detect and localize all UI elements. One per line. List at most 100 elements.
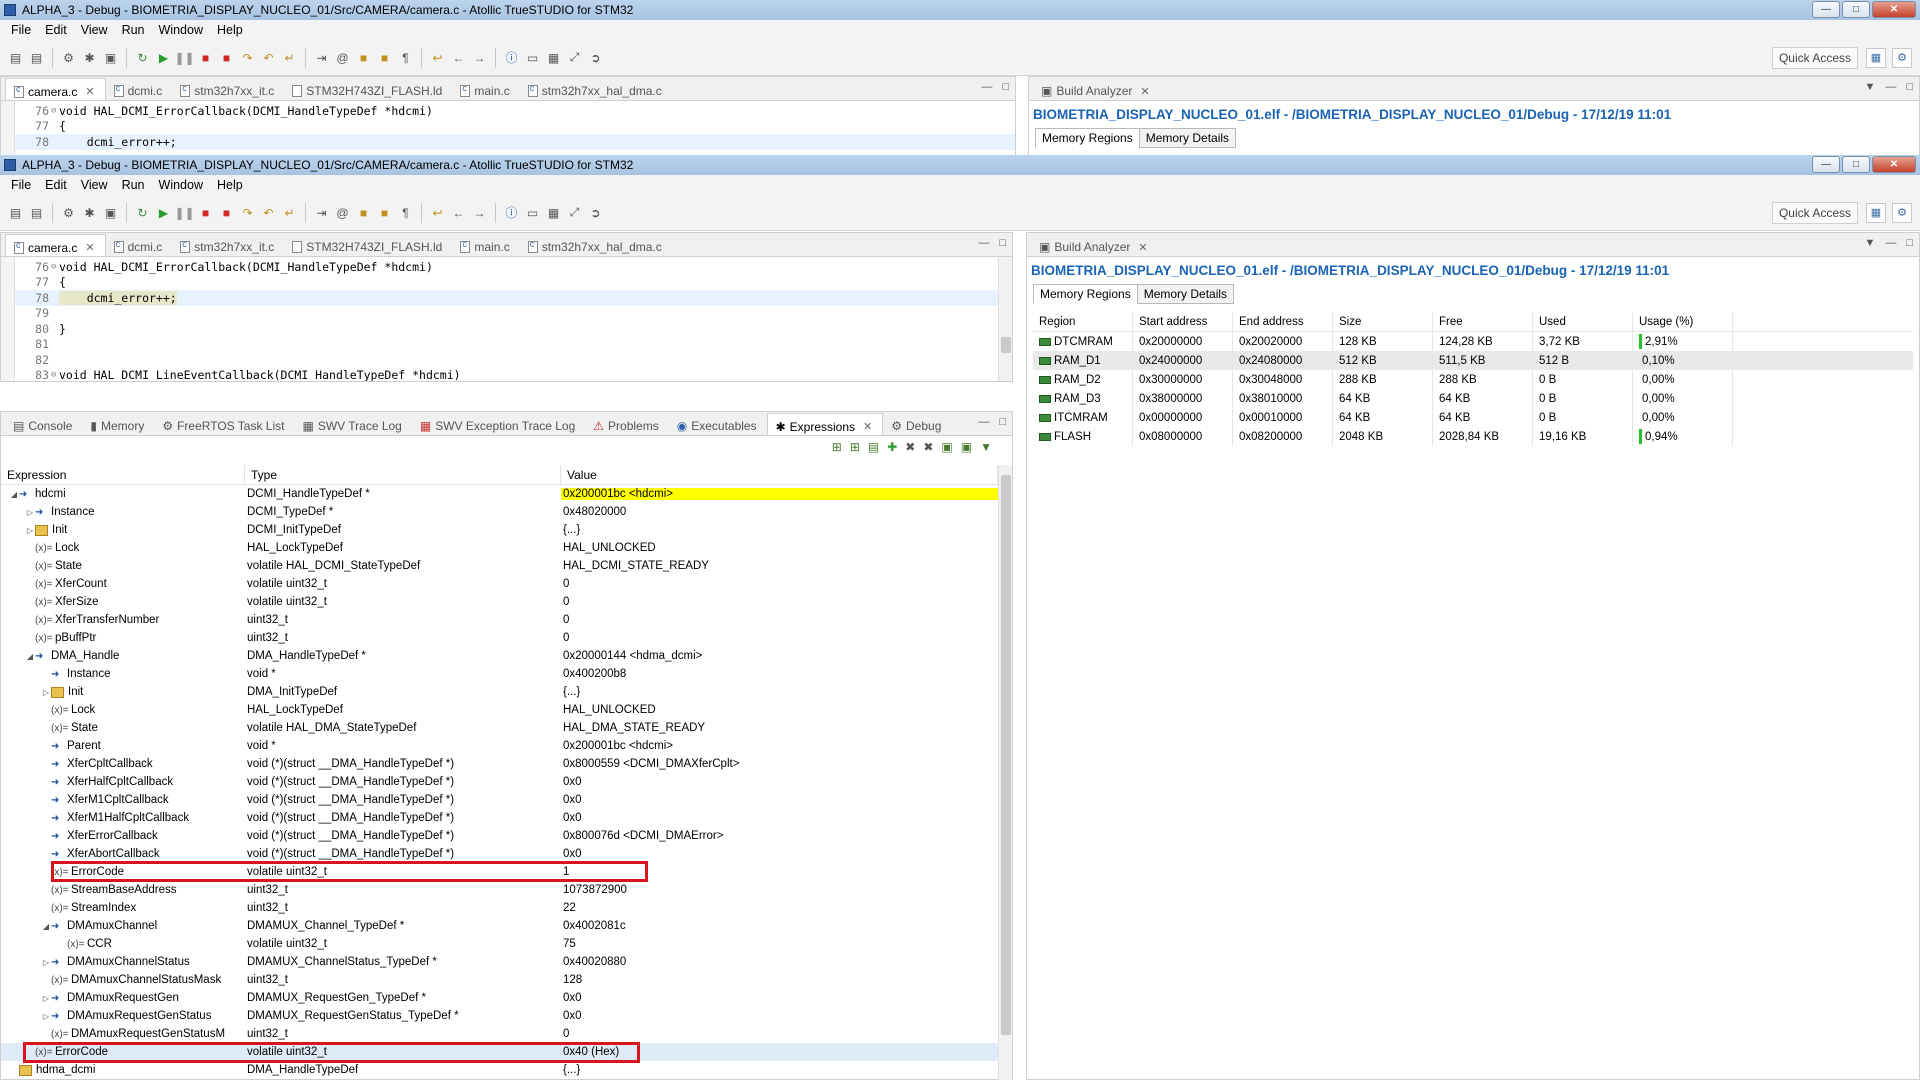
save-icon[interactable]: ▤ xyxy=(8,205,23,220)
menu-window[interactable]: Window xyxy=(152,23,210,37)
table-row[interactable]: (x)= DMAmuxRequestGenStatusM uint32_t 0 xyxy=(1,1025,998,1043)
open-folder-icon[interactable]: ■ xyxy=(356,50,371,65)
quick-access-field[interactable]: Quick Access xyxy=(1771,47,1858,69)
expression-value[interactable]: {...} xyxy=(561,524,998,536)
menu-help[interactable]: Help xyxy=(210,178,250,192)
expression-value[interactable]: 0x48020000 xyxy=(561,506,998,518)
table-row[interactable]: ➜ Parent void * 0x200001bc <hdcmi> xyxy=(1,737,998,755)
close-icon[interactable]: ✕ xyxy=(1140,85,1149,98)
table-row[interactable]: (x)= Lock HAL_LockTypeDef HAL_UNLOCKED xyxy=(1,701,998,719)
tab-camera-c[interactable]: camera.c ✕ xyxy=(5,234,106,256)
collapse-icon[interactable]: ◢ xyxy=(9,490,19,499)
expression-value[interactable]: 0x0 xyxy=(561,1010,998,1022)
table-row[interactable]: (x)= State volatile HAL_DCMI_StateTypeDef H… xyxy=(1,557,998,575)
expression-value[interactable]: 0x40 (Hex) xyxy=(561,1046,998,1058)
step-return-icon[interactable]: ↵ xyxy=(282,205,297,220)
memory-row[interactable]: ITCMRAM 0x00000000 0x00010000 64 KB 64 KB 0 B… xyxy=(1033,408,1913,427)
table-row[interactable]: ▷ ➜ Instance DCMI_TypeDef * 0x48020000 xyxy=(1,503,998,521)
expression-value[interactable]: 0x800076d <DCMI_DMAError> xyxy=(561,830,998,842)
table-row[interactable]: ▷ Init DMA_InitTypeDef {...} xyxy=(1,683,998,701)
navigate-forward-icon[interactable]: → xyxy=(472,205,487,220)
debug-perspective-icon[interactable]: ⚙ xyxy=(1892,203,1912,223)
minimize-icon[interactable]: — xyxy=(981,81,992,93)
table-row[interactable]: (x)= ErrorCode volatile uint32_t 1 xyxy=(1,863,998,881)
expression-value[interactable]: HAL_UNLOCKED xyxy=(561,542,998,554)
minimize-button[interactable]: — xyxy=(1812,1,1840,18)
tab-main-c[interactable]: main.c xyxy=(452,78,519,100)
instruction-step-icon[interactable]: ⇥ xyxy=(314,50,329,65)
memory-row[interactable]: RAM_D3 0x38000000 0x38010000 64 KB 64 KB 0 B 0… xyxy=(1033,389,1913,408)
table-row[interactable]: (x)= DMAmuxChannelStatusMask uint32_t 128 xyxy=(1,971,998,989)
minimize-icon[interactable]: — xyxy=(978,237,989,249)
terminate-relaunch-icon[interactable]: ■ xyxy=(219,205,234,220)
tab-flash-ld[interactable]: STM32H743ZI_FLASH.ld xyxy=(284,78,452,100)
pilcrow-icon[interactable]: ¶ xyxy=(398,50,413,65)
expression-value[interactable]: 1073872900 xyxy=(561,884,998,896)
col-end-address[interactable]: End address xyxy=(1233,312,1333,331)
tab-main-c[interactable]: main.c xyxy=(452,234,519,256)
col-free[interactable]: Free xyxy=(1433,312,1533,331)
at-icon[interactable]: @ xyxy=(335,205,350,220)
expression-value[interactable]: 0 xyxy=(561,596,998,608)
tab-dcmi-c[interactable]: dcmi.c xyxy=(106,234,173,256)
view-menu-icon[interactable]: ▼ xyxy=(1864,81,1875,93)
expression-value[interactable]: 1 xyxy=(561,866,998,878)
table-row[interactable]: (x)= Lock HAL_LockTypeDef HAL_UNLOCKED xyxy=(1,539,998,557)
instruction-step-icon[interactable]: ⇥ xyxy=(314,205,329,220)
table-row[interactable]: ➜ XferErrorCallback void (*)(struct __DMA_… xyxy=(1,827,998,845)
open-folder-icon[interactable]: ■ xyxy=(377,50,392,65)
tab-debug[interactable]: ⚙ Debug xyxy=(883,413,951,435)
maximize-icon[interactable]: □ xyxy=(1906,237,1913,249)
table-row[interactable]: hdma_dcmi DMA_HandleTypeDef {...} xyxy=(1,1061,998,1079)
table-row[interactable]: (x)= StreamBaseAddress uint32_t 1073872900 xyxy=(1,881,998,899)
memory-row[interactable]: FLASH 0x08000000 0x08200000 2048 KB 2028,84 … xyxy=(1033,427,1913,446)
suspend-icon[interactable]: ❚❚ xyxy=(174,50,194,65)
terminate-icon[interactable]: ■ xyxy=(198,50,213,65)
expression-value[interactable]: 0x200001bc <hdcmi> xyxy=(561,488,998,500)
close-icon[interactable]: ✕ xyxy=(85,85,94,98)
table-row[interactable]: ➜ XferAbortCallback void (*)(struct __DMA_… xyxy=(1,845,998,863)
menu-edit[interactable]: Edit xyxy=(38,178,74,192)
add-expression-icon[interactable]: ✚ xyxy=(887,440,897,454)
expression-value[interactable]: 0x0 xyxy=(561,776,998,788)
tab-camera-c[interactable]: camera.c ✕ xyxy=(5,78,106,100)
info-icon[interactable]: ⓘ xyxy=(504,50,519,65)
tab-freertos-task-list[interactable]: ⚙ FreeRTOS Task List xyxy=(154,413,294,435)
expressions-scrollbar[interactable] xyxy=(998,465,1012,1080)
table-row[interactable]: ➜ XferHalfCpltCallback void (*)(struct __D… xyxy=(1,773,998,791)
maximize-button[interactable]: □ xyxy=(1842,1,1870,18)
code-editor[interactable]: 76 ⊖ void HAL_DCMI_ErrorCallback(DCMI_Hand… xyxy=(1,257,1012,381)
tab-expressions[interactable]: ✱ Expressions ✕ xyxy=(766,413,884,435)
terminate-relaunch-icon[interactable]: ■ xyxy=(219,50,234,65)
close-icon[interactable]: ✕ xyxy=(85,241,94,254)
expression-value[interactable]: HAL_DCMI_STATE_READY xyxy=(561,560,998,572)
window-icon[interactable]: ▭ xyxy=(525,50,540,65)
menu-view[interactable]: View xyxy=(74,178,115,192)
expand-icon[interactable]: ▷ xyxy=(25,508,35,517)
tab-memory-details[interactable]: Memory Details xyxy=(1136,284,1235,304)
step-over-icon[interactable]: ↶ xyxy=(261,50,276,65)
resume-icon[interactable]: ▶ xyxy=(156,205,171,220)
code-editor[interactable]: 76 ⊖ void HAL_DCMI_ErrorCallback(DCMI_Hand… xyxy=(1,101,1015,155)
maximize-icon[interactable]: □ xyxy=(999,237,1006,249)
close-icon[interactable]: ✕ xyxy=(863,420,872,433)
col-size[interactable]: Size xyxy=(1333,312,1433,331)
exit-icon[interactable]: ➲ xyxy=(588,50,603,65)
col-used[interactable]: Used xyxy=(1533,312,1633,331)
menu-file[interactable]: File xyxy=(4,178,38,192)
tab-stm32h7xx-it-c[interactable]: stm32h7xx_it.c xyxy=(172,78,284,100)
tab-console[interactable]: ▤ Console xyxy=(5,413,82,435)
expression-value[interactable]: {...} xyxy=(561,1064,998,1076)
expression-value[interactable]: 0x400200b8 xyxy=(561,668,998,680)
table-row[interactable]: ➜ XferM1CpltCallback void (*)(struct __DMA… xyxy=(1,791,998,809)
expression-value[interactable]: 0 xyxy=(561,614,998,626)
export-icon[interactable]: ▣ xyxy=(961,440,972,454)
tab-stm32h7xx-it-c[interactable]: stm32h7xx_it.c xyxy=(172,234,284,256)
tab-executables[interactable]: ◉ Executables xyxy=(669,413,767,435)
expand-icon[interactable]: ▷ xyxy=(41,688,51,697)
menu-edit[interactable]: Edit xyxy=(38,23,74,37)
memory-row[interactable]: RAM_D1 0x24000000 0x24080000 512 KB 511,5 KB… xyxy=(1033,351,1913,370)
tab-memory-regions[interactable]: Memory Regions xyxy=(1033,284,1138,304)
terminal-icon[interactable]: ▣ xyxy=(103,50,118,65)
perspective-icon[interactable]: ▦ xyxy=(1866,48,1886,68)
